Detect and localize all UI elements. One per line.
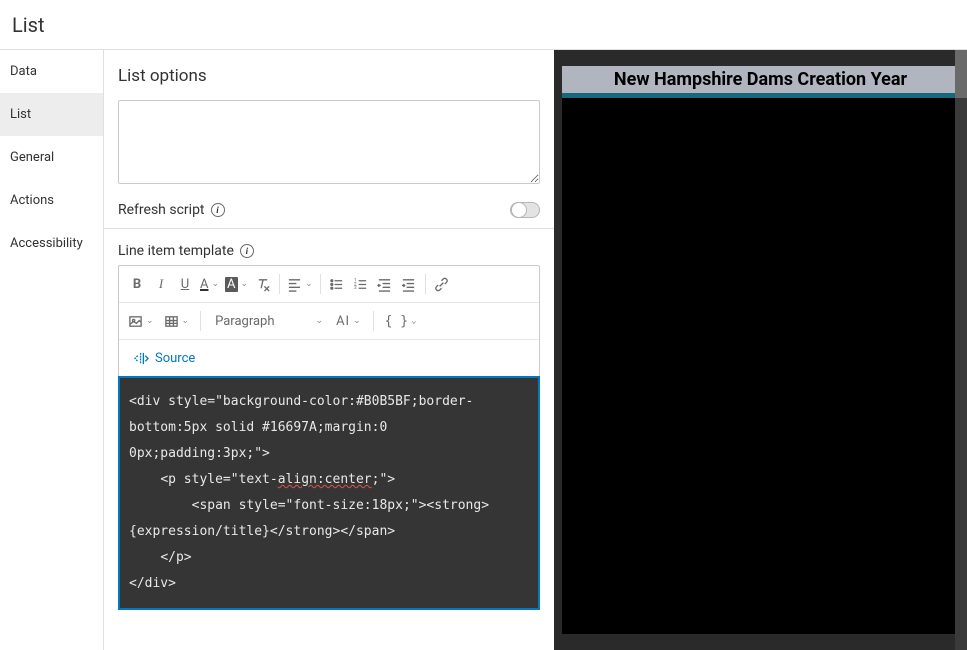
preview-banner-text: New Hampshire Dams Creation Year xyxy=(614,69,907,90)
underline-button[interactable]: U xyxy=(173,272,197,296)
toolbar-separator xyxy=(279,274,280,294)
sidebar-item-list[interactable]: List xyxy=(0,93,103,136)
ai-button[interactable]: AI ⌄ xyxy=(333,309,365,333)
toggle-knob xyxy=(511,202,527,218)
script-textarea[interactable] xyxy=(118,100,540,184)
outdent-button[interactable] xyxy=(373,272,397,296)
chevron-down-icon: ⌄ xyxy=(316,316,324,326)
chevron-down-icon: ⌄ xyxy=(211,279,219,289)
bullet-list-button[interactable] xyxy=(325,272,349,296)
alignment-button[interactable]: ⌄ xyxy=(284,272,316,296)
preview-pane: New Hampshire Dams Creation Year xyxy=(554,50,967,650)
italic-button[interactable]: I xyxy=(149,272,173,296)
preview-scrollthumb[interactable] xyxy=(955,50,967,98)
page-title: List xyxy=(12,13,45,37)
source-code-editor[interactable]: <div style="background-color:#B0B5BF;bor… xyxy=(119,377,539,609)
info-icon[interactable]: i xyxy=(211,203,225,217)
sidebar-item-accessibility[interactable]: Accessibility xyxy=(0,222,103,265)
chevron-down-icon: ⌄ xyxy=(411,316,416,326)
refresh-script-label: Refresh script i xyxy=(118,202,225,218)
refresh-script-toggle[interactable] xyxy=(510,202,540,218)
braces-label: { } xyxy=(385,314,408,329)
preview-scrollbar[interactable] xyxy=(955,50,967,650)
toolbar-separator xyxy=(320,274,321,294)
sidebar-item-label: List xyxy=(10,107,31,122)
panel-title: List options xyxy=(104,50,554,100)
label-text: Line item template xyxy=(118,243,234,259)
chevron-down-icon: ⌄ xyxy=(353,316,362,326)
toolbar-separator xyxy=(200,311,201,331)
text-color-button[interactable]: A ⌄ xyxy=(197,272,222,296)
sidebar-item-actions[interactable]: Actions xyxy=(0,179,103,222)
image-button[interactable]: ⌄ xyxy=(125,309,157,333)
table-button[interactable]: ⌄ xyxy=(161,309,193,333)
sidebar-item-label: Data xyxy=(10,64,37,79)
chevron-down-icon: ⌄ xyxy=(146,316,154,326)
link-button[interactable] xyxy=(430,272,454,296)
source-label: Source xyxy=(155,351,195,366)
sidebar-item-label: Accessibility xyxy=(10,236,83,251)
source-icon xyxy=(133,350,149,366)
clear-formatting-button[interactable] xyxy=(251,272,275,296)
line-item-template-label: Line item template i xyxy=(104,229,554,265)
paragraph-style-select[interactable]: Paragraph ⌄ xyxy=(209,312,329,331)
sidebar-item-label: Actions xyxy=(10,193,54,208)
toolbar-separator xyxy=(373,311,374,331)
numbered-list-button[interactable]: 123 xyxy=(349,272,373,296)
editor-toolbar-row2: ⌄ ⌄ Paragraph ⌄ AI ⌄ { } ⌄ xyxy=(119,303,539,340)
preview-list-item: New Hampshire Dams Creation Year xyxy=(562,66,959,98)
chevron-down-icon: ⌄ xyxy=(182,316,190,326)
bold-button[interactable]: B xyxy=(125,272,149,296)
editor-toolbar-row3: Source xyxy=(119,340,539,377)
sidebar-item-data[interactable]: Data xyxy=(0,50,103,93)
config-panel: List options Refresh script i Line item … xyxy=(104,50,554,650)
ai-label: AI xyxy=(336,314,350,329)
info-icon[interactable]: i xyxy=(240,244,254,258)
insert-field-button[interactable]: { } ⌄ xyxy=(382,309,420,333)
paragraph-label: Paragraph xyxy=(215,314,274,329)
preview-canvas: New Hampshire Dams Creation Year xyxy=(562,66,959,634)
chevron-down-icon: ⌄ xyxy=(305,279,313,289)
app-header: List xyxy=(0,0,967,50)
editor-toolbar-row1: B I U A ⌄ A ⌄ ⌄ xyxy=(119,266,539,303)
indent-button[interactable] xyxy=(397,272,421,296)
sidebar-item-general[interactable]: General xyxy=(0,136,103,179)
refresh-script-row: Refresh script i xyxy=(104,192,554,229)
rich-text-editor: B I U A ⌄ A ⌄ ⌄ xyxy=(118,265,540,610)
source-toggle-button[interactable]: Source xyxy=(127,346,201,370)
label-text: Refresh script xyxy=(118,202,205,218)
svg-text:3: 3 xyxy=(354,285,357,291)
highlight-color-button[interactable]: A ⌄ xyxy=(222,272,251,296)
chevron-down-icon: ⌄ xyxy=(241,279,249,289)
toolbar-separator xyxy=(425,274,426,294)
config-sidebar: Data List General Actions Accessibility xyxy=(0,50,104,650)
main-layout: Data List General Actions Accessibility … xyxy=(0,50,967,650)
sidebar-item-label: General xyxy=(10,150,54,165)
